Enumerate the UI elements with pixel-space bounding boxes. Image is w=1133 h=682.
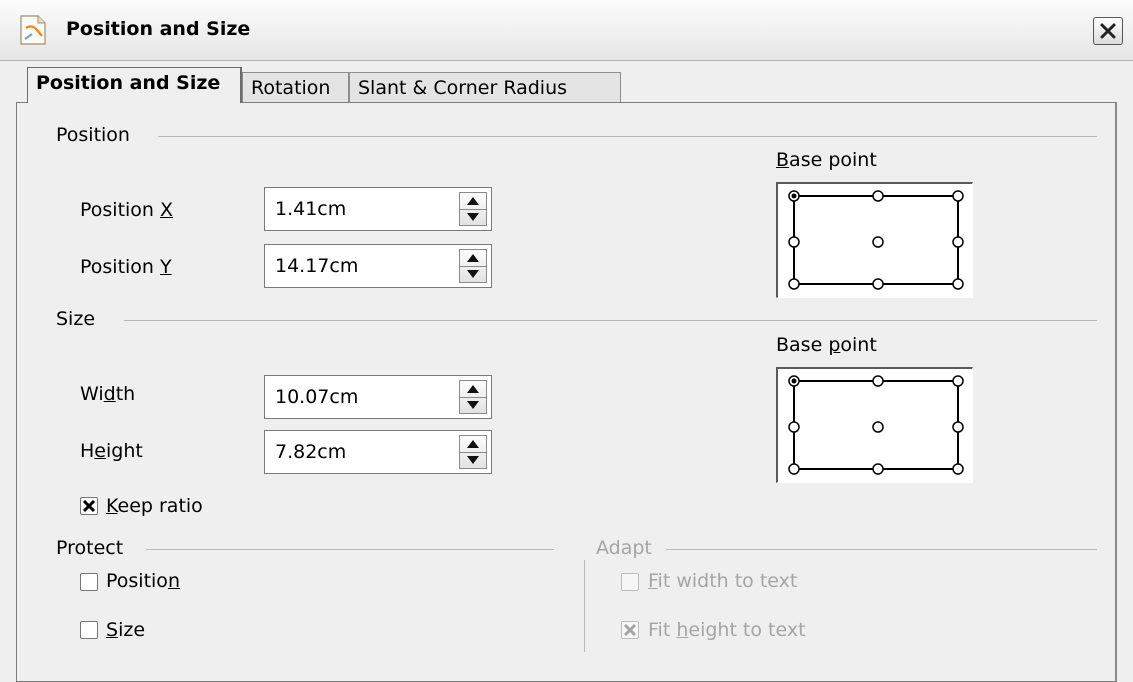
title-bar: Position and Size: [0, 0, 1133, 61]
fit-width-checkbox[interactable]: [621, 573, 639, 591]
fit-height-checkbox[interactable]: [621, 621, 639, 639]
position-x-label: Position X: [80, 199, 174, 221]
position-x-value[interactable]: 1.41cm: [275, 198, 346, 220]
protect-position-checkbox[interactable]: [80, 573, 98, 591]
position-y-field[interactable]: 14.17cm: [264, 244, 492, 288]
position-y-label: Position Y: [80, 256, 172, 278]
position-base-point-label: Base point: [776, 149, 877, 171]
tab-label: Slant & Corner Radius: [358, 77, 568, 99]
position-x-spinner[interactable]: [459, 192, 487, 226]
tab-slant-corner-radius[interactable]: Slant & Corner Radius: [349, 72, 621, 102]
position-y-value[interactable]: 14.17cm: [275, 255, 358, 277]
size-base-point-label: Base point: [776, 334, 877, 356]
position-y-spinner[interactable]: [459, 249, 487, 283]
height-spinner[interactable]: [459, 435, 487, 469]
position-x-field[interactable]: 1.41cm: [264, 187, 492, 231]
triangle-up-icon[interactable]: [467, 439, 479, 448]
draw-document-icon: [20, 15, 46, 45]
position-heading: Position: [56, 124, 130, 146]
tab-position-and-size[interactable]: Position and Size: [27, 67, 242, 103]
height-value[interactable]: 7.82cm: [275, 441, 346, 463]
tab-label: Rotation: [251, 77, 331, 99]
triangle-down-icon[interactable]: [467, 401, 479, 410]
height-label: Height: [80, 440, 143, 462]
checkmark-x-icon: [623, 623, 637, 637]
adapt-heading: Adapt: [596, 537, 652, 559]
width-field[interactable]: 10.07cm: [264, 375, 492, 419]
triangle-up-icon[interactable]: [467, 253, 479, 262]
fit-width-label[interactable]: Fit width to text: [648, 570, 797, 592]
tab-rotation[interactable]: Rotation: [242, 72, 349, 102]
size-heading: Size: [56, 308, 96, 330]
triangle-up-icon[interactable]: [467, 196, 479, 205]
adapt-separator: [584, 560, 585, 652]
close-button[interactable]: [1093, 17, 1123, 45]
protect-size-label[interactable]: Size: [106, 619, 145, 641]
window-title: Position and Size: [66, 18, 251, 40]
checkmark-x-icon: [82, 499, 96, 513]
keep-ratio-checkbox[interactable]: [80, 497, 98, 515]
tab-label: Position and Size: [36, 72, 221, 94]
position-base-point-selector[interactable]: [776, 182, 973, 298]
keep-ratio-label[interactable]: Keep ratio: [106, 495, 203, 517]
width-label: Width: [80, 383, 136, 405]
protect-divider: [146, 549, 554, 550]
size-base-point-selector[interactable]: [776, 367, 973, 483]
close-icon: [1100, 23, 1116, 39]
triangle-up-icon[interactable]: [467, 384, 479, 393]
adapt-divider: [666, 549, 1097, 550]
height-field[interactable]: 7.82cm: [264, 430, 492, 474]
triangle-down-icon[interactable]: [467, 456, 479, 465]
triangle-down-icon[interactable]: [467, 213, 479, 222]
width-value[interactable]: 10.07cm: [275, 386, 358, 408]
triangle-down-icon[interactable]: [467, 270, 479, 279]
fit-height-label[interactable]: Fit height to text: [648, 619, 806, 641]
protect-position-label[interactable]: Position: [106, 570, 180, 592]
width-spinner[interactable]: [459, 380, 487, 414]
base-point-grid[interactable]: [778, 369, 972, 482]
base-point-grid[interactable]: [778, 184, 972, 297]
protect-heading: Protect: [56, 537, 124, 559]
size-divider: [124, 320, 1097, 321]
protect-size-checkbox[interactable]: [80, 621, 98, 639]
position-divider: [158, 136, 1097, 137]
